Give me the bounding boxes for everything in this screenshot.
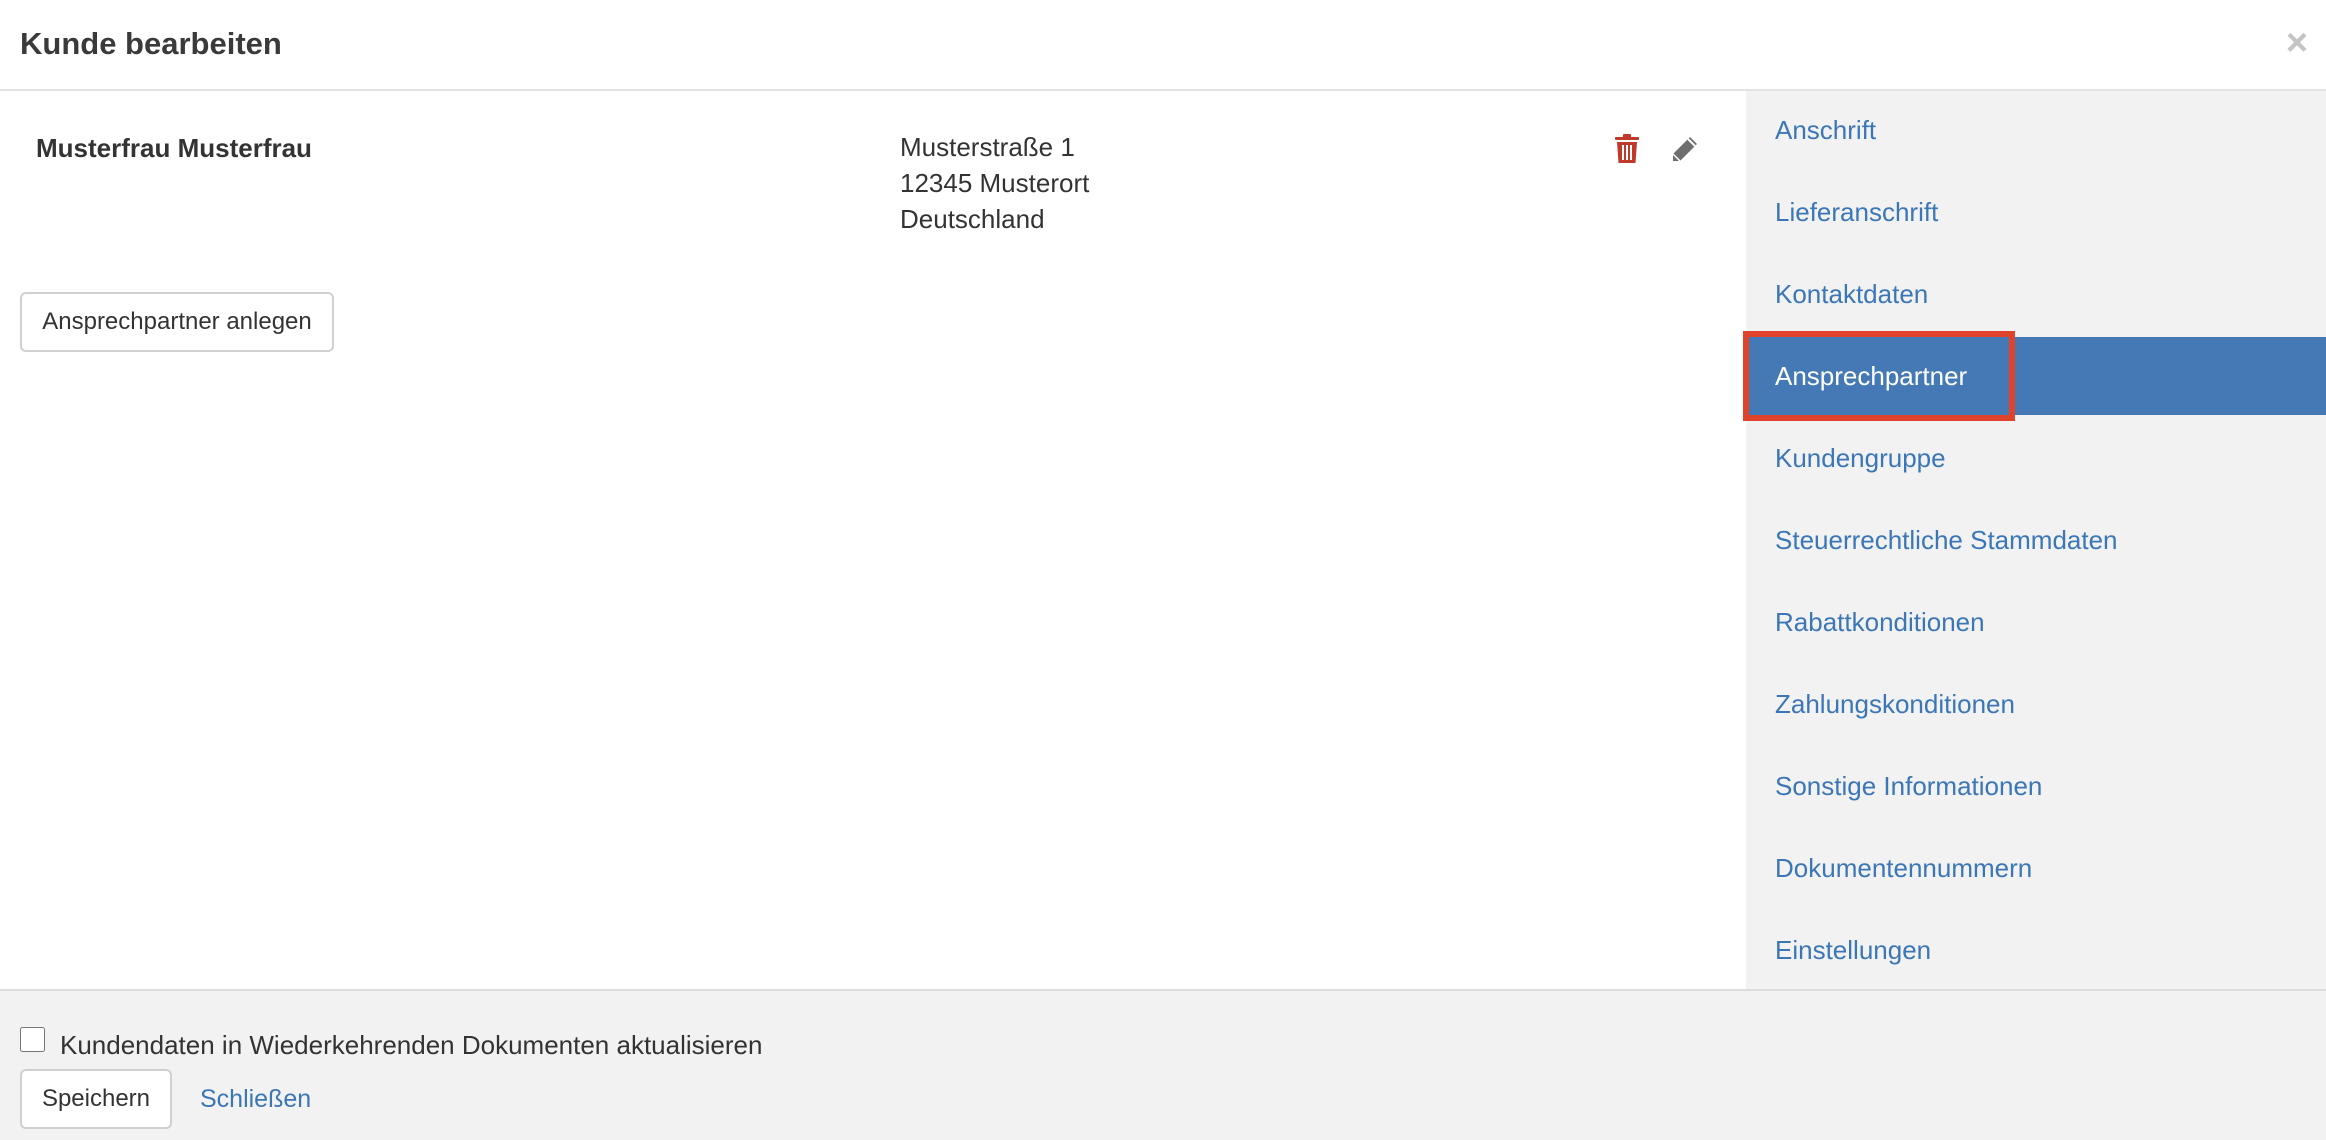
address-country: Deutschland bbox=[900, 204, 1045, 234]
sidebar-item-sonstige-informationen[interactable]: Sonstige Informationen bbox=[1746, 747, 2326, 825]
contact-name: Musterfrau Musterfrau bbox=[36, 133, 312, 163]
sidebar-item-lieferanschrift[interactable]: Lieferanschrift bbox=[1746, 173, 2326, 251]
close-icon[interactable]: × bbox=[2282, 24, 2312, 62]
sidebar-item-dokumentennummern[interactable]: Dokumentennummern bbox=[1746, 829, 2326, 907]
modal-footer: Kundendaten in Wiederkehrenden Dokumente… bbox=[0, 989, 2326, 1140]
sidebar-nav: Anschrift Lieferanschrift Kontaktdaten A… bbox=[1746, 91, 2326, 989]
main-content: Musterfrau Musterfrau Musterstraße 1 123… bbox=[0, 91, 1746, 989]
update-recurring-checkbox[interactable] bbox=[20, 1027, 45, 1052]
pencil-icon[interactable] bbox=[1666, 129, 1704, 169]
address-city: 12345 Musterort bbox=[900, 168, 1090, 198]
sidebar-item-kontaktdaten[interactable]: Kontaktdaten bbox=[1746, 255, 2326, 333]
sidebar-item-einstellungen[interactable]: Einstellungen bbox=[1746, 911, 2326, 989]
sidebar-item-anschrift[interactable]: Anschrift bbox=[1746, 91, 2326, 169]
trash-icon[interactable] bbox=[1608, 129, 1646, 169]
sidebar-item-ansprechpartner[interactable]: Ansprechpartner bbox=[1746, 337, 2326, 415]
modal-title: Kunde bearbeiten bbox=[20, 26, 282, 61]
sidebar-item-steuerrechtliche-stammdaten[interactable]: Steuerrechtliche Stammdaten bbox=[1746, 501, 2326, 579]
add-contact-button[interactable]: Ansprechpartner anlegen bbox=[20, 292, 334, 352]
modal-header: Kunde bearbeiten × bbox=[0, 0, 2326, 91]
close-link[interactable]: Schließen bbox=[200, 1081, 311, 1117]
sidebar-item-kundengruppe[interactable]: Kundengruppe bbox=[1746, 419, 2326, 497]
contact-address: Musterstraße 1 12345 Musterort Deutschla… bbox=[900, 129, 1089, 237]
sidebar-item-zahlungskonditionen[interactable]: Zahlungskonditionen bbox=[1746, 665, 2326, 743]
edit-customer-modal: Kunde bearbeiten × Musterfrau Musterfrau… bbox=[0, 0, 2326, 1140]
sidebar-item-rabattkonditionen[interactable]: Rabattkonditionen bbox=[1746, 583, 2326, 661]
contact-row-actions bbox=[1608, 129, 1708, 169]
update-recurring-label: Kundendaten in Wiederkehrenden Dokumente… bbox=[60, 1030, 763, 1060]
address-street: Musterstraße 1 bbox=[900, 132, 1075, 162]
save-button[interactable]: Speichern bbox=[20, 1069, 172, 1129]
